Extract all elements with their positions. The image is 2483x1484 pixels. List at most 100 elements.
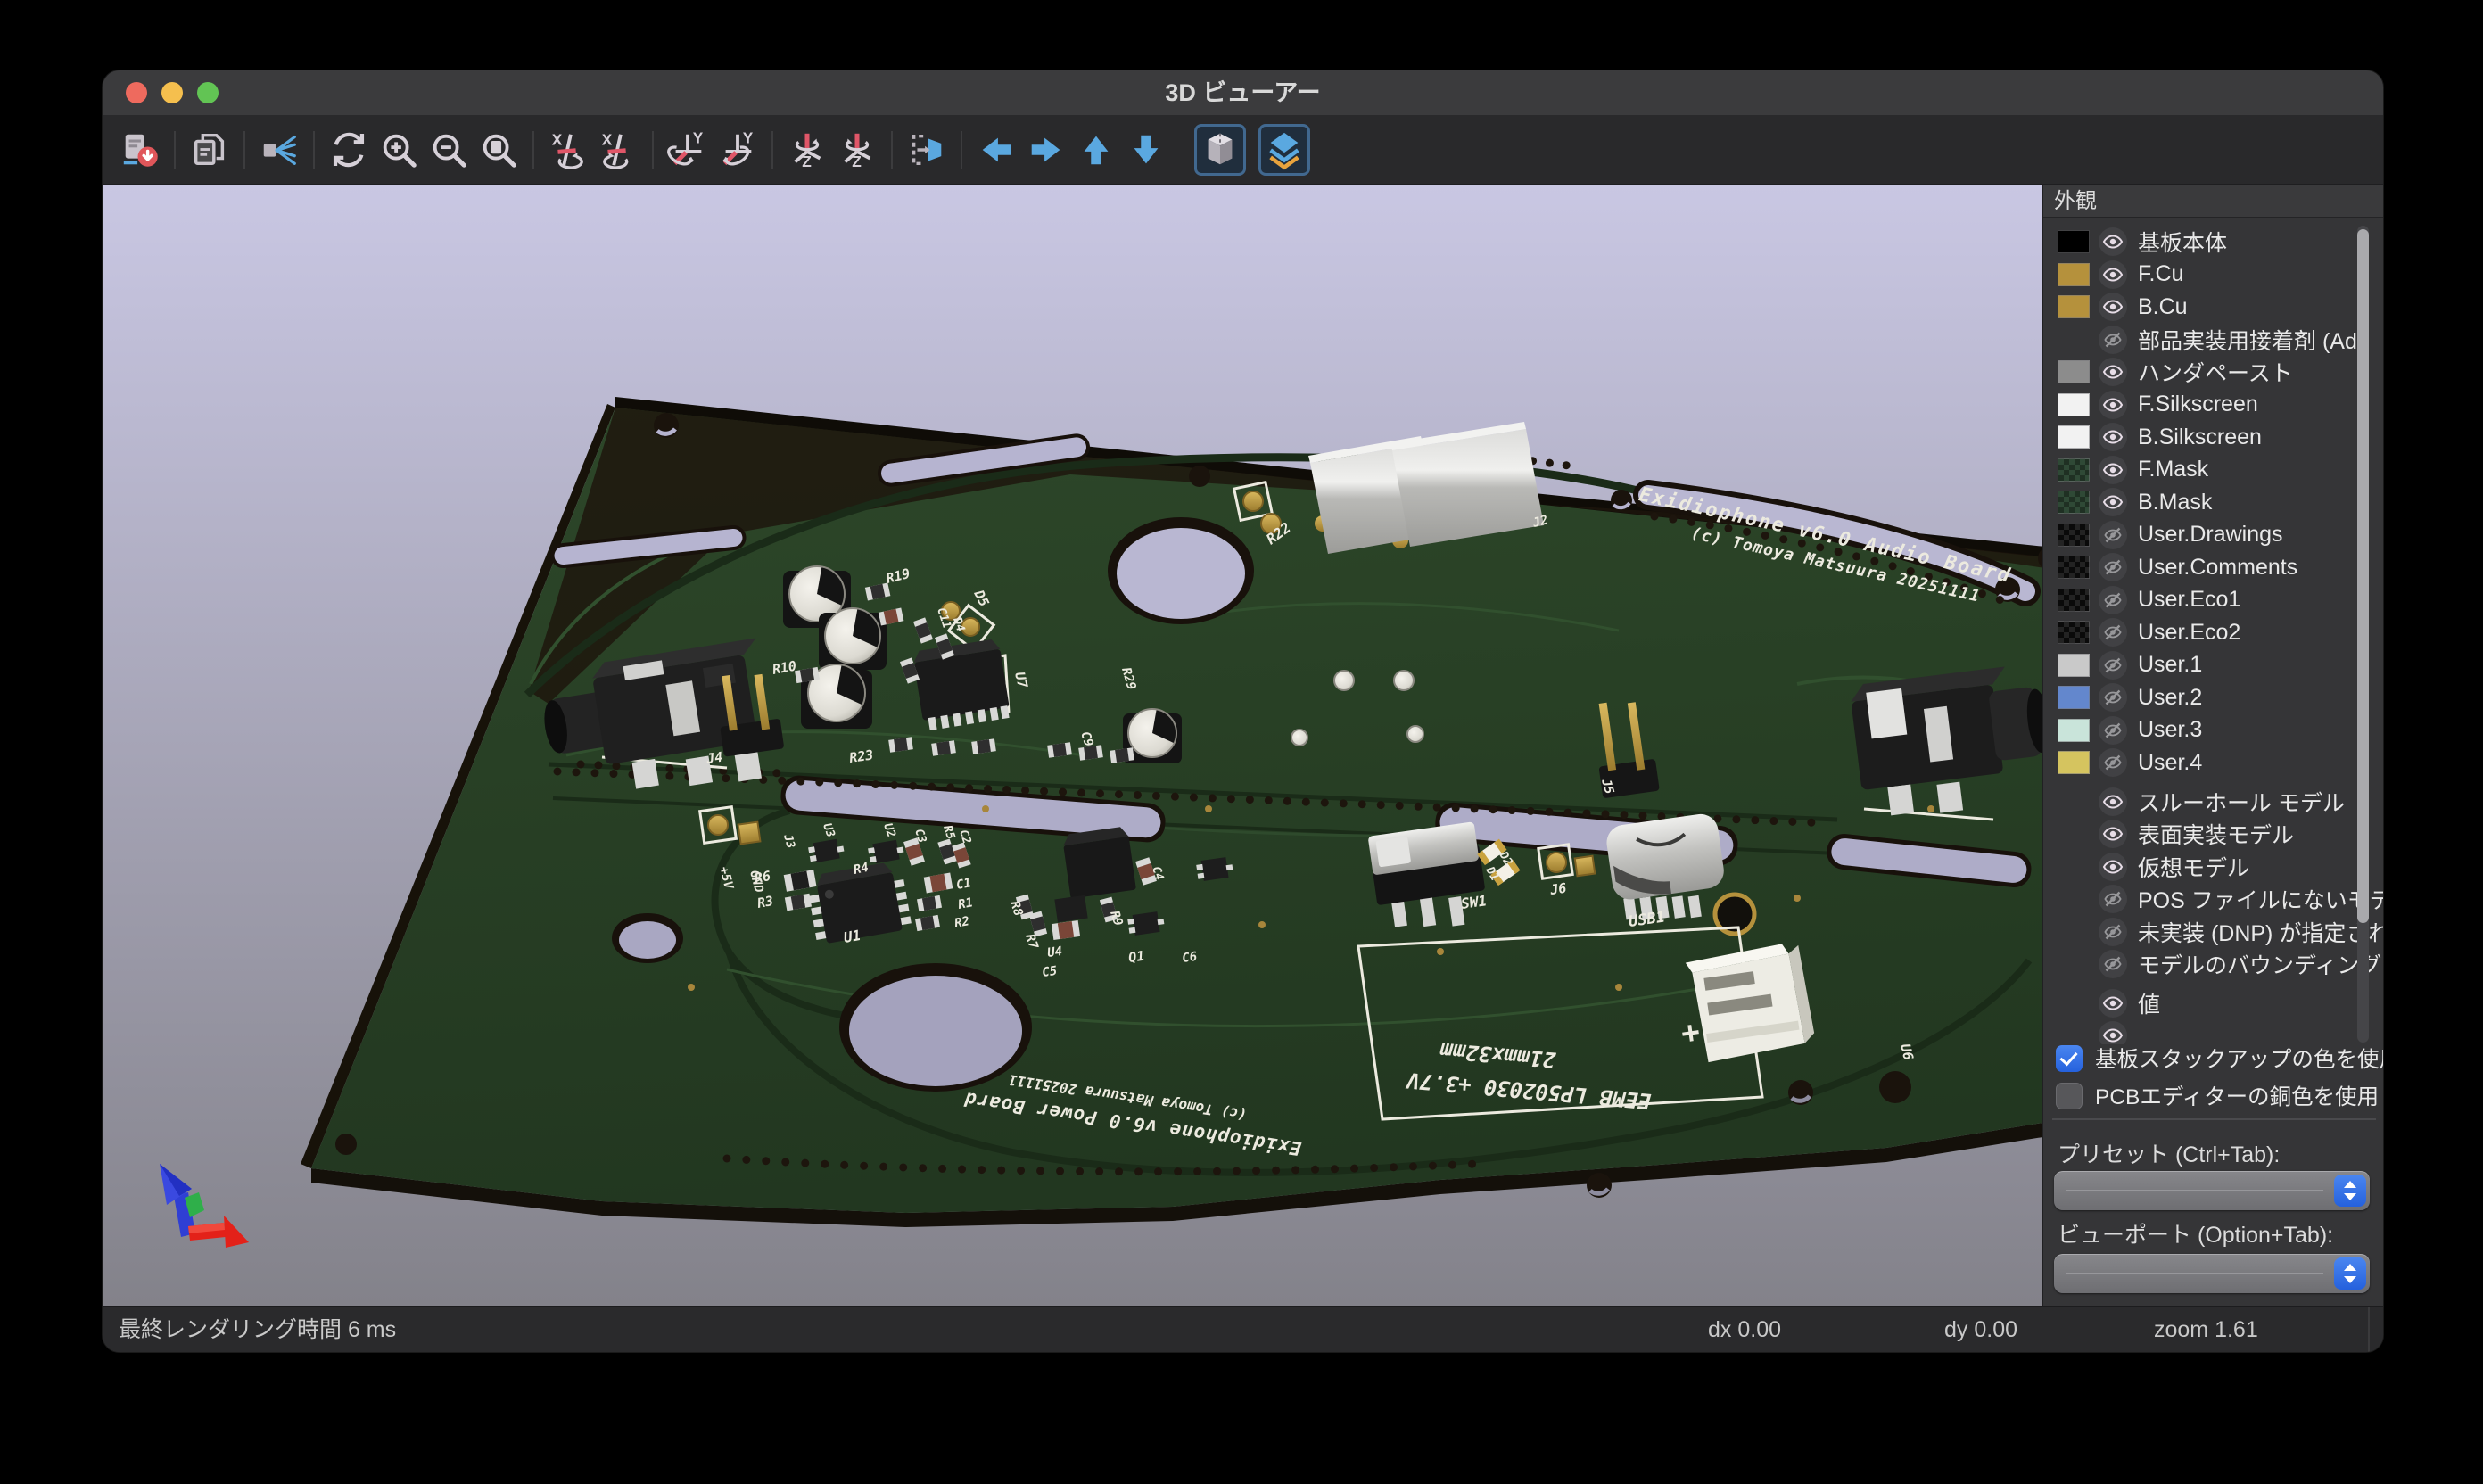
rotate-z-cw-button[interactable]: Z — [782, 125, 832, 175]
layer-label: F.Cu — [2138, 261, 2183, 287]
visibility-toggle[interactable] — [2099, 586, 2127, 614]
svg-text:J6: J6 — [1548, 880, 1567, 898]
visibility-toggle[interactable] — [2099, 456, 2127, 484]
svg-text:Y: Y — [743, 129, 754, 146]
pan-up-button[interactable] — [1071, 125, 1121, 175]
layer-swatch[interactable] — [2058, 393, 2090, 416]
visibility-toggle[interactable] — [2099, 358, 2127, 386]
checkbox-row: PCBエディターの銅色を使用 — [2056, 1080, 2379, 1111]
visibility-toggle[interactable] — [2099, 989, 2127, 1018]
checkbox-label: PCBエディターの銅色を使用 — [2095, 1080, 2379, 1111]
copy-button[interactable] — [185, 125, 235, 175]
export-image-button[interactable] — [115, 125, 165, 175]
svg-text:X: X — [552, 130, 563, 148]
use-stackup-colors-checkbox[interactable] — [2056, 1045, 2083, 1072]
layer-label: F.Silkscreen — [2138, 392, 2258, 417]
model-row: モデルのバウンディング — [2043, 948, 2383, 981]
rotate-x-cw-button[interactable]: X — [543, 125, 593, 175]
appearance-layers-toggle[interactable] — [1258, 124, 1310, 176]
pan-down-button[interactable] — [1121, 125, 1171, 175]
toolbar-separator — [961, 131, 962, 169]
render-time: 最終レンダリング時間 6 ms — [119, 1307, 396, 1352]
capacitor — [819, 608, 887, 670]
scrollbar-thumb[interactable] — [2357, 229, 2369, 923]
visibility-toggle[interactable] — [2099, 618, 2127, 647]
layer-swatch[interactable] — [2058, 491, 2090, 514]
visibility-toggle[interactable] — [2099, 950, 2127, 978]
visibility-toggle[interactable] — [2099, 885, 2127, 913]
zoom-out-button[interactable] — [424, 125, 474, 175]
visibility-toggle[interactable] — [2099, 227, 2127, 256]
layer-row: ハンダペースト — [2043, 356, 2383, 389]
flip-board-button[interactable] — [902, 125, 952, 175]
preset-dropdown[interactable] — [2054, 1171, 2370, 1210]
toolbar: X X Y Y Z Z — [103, 115, 2383, 185]
layer-label: User.4 — [2138, 750, 2202, 776]
svg-text:C5: C5 — [1041, 964, 1058, 980]
layer-swatch[interactable] — [2058, 654, 2090, 677]
svg-text:U4: U4 — [1046, 944, 1063, 960]
preset-label: プリセット (Ctrl+Tab): — [2058, 1137, 2280, 1169]
layer-swatch[interactable] — [2058, 295, 2090, 318]
visibility-toggle[interactable] — [2099, 326, 2127, 354]
svg-text:C1: C1 — [955, 876, 972, 893]
layer-swatch[interactable] — [2058, 524, 2090, 547]
rotate-x-ccw-button[interactable]: X — [593, 125, 643, 175]
layer-swatch[interactable] — [2058, 230, 2090, 253]
zoom-to-fit-button[interactable] — [474, 125, 524, 175]
raytracing-render-button[interactable] — [254, 125, 304, 175]
use-pcb-editor-copper-checkbox[interactable] — [2056, 1083, 2083, 1109]
layer-swatch[interactable] — [2058, 719, 2090, 742]
visibility-toggle[interactable] — [2099, 260, 2127, 289]
layer-label: User.Drawings — [2138, 522, 2283, 548]
checkbox-label: 基板スタックアップの色を使用 — [2095, 1043, 2383, 1074]
visibility-toggle[interactable] — [2099, 553, 2127, 581]
visibility-toggle[interactable] — [2099, 787, 2127, 816]
layer-label: User.Eco1 — [2138, 587, 2240, 613]
visibility-toggle[interactable] — [2099, 391, 2127, 419]
layer-row: User.Comments — [2043, 551, 2383, 584]
visibility-toggle[interactable] — [2099, 748, 2127, 777]
svg-text:C6: C6 — [1181, 950, 1198, 966]
rotate-z-ccw-button[interactable]: Z — [832, 125, 882, 175]
layer-swatch[interactable] — [2058, 589, 2090, 612]
pan-left-button[interactable] — [971, 125, 1021, 175]
layer-row: User.2 — [2043, 681, 2383, 714]
layer-row: User.1 — [2043, 649, 2383, 682]
pan-right-button[interactable] — [1021, 125, 1071, 175]
layer-swatch[interactable] — [2058, 686, 2090, 709]
orthographic-projection-toggle[interactable] — [1194, 124, 1246, 176]
visibility-toggle[interactable] — [2099, 521, 2127, 549]
visibility-toggle[interactable] — [2099, 423, 2127, 451]
layer-swatch[interactable] — [2058, 751, 2090, 774]
refresh-view-button[interactable] — [324, 125, 374, 175]
visibility-toggle[interactable] — [2099, 820, 2127, 848]
layer-list: 基板本体 F.Cu B.Cu 部品実装用接着剤 (Adh ハンダペースト F.S… — [2043, 218, 2383, 1044]
visibility-toggle[interactable] — [2099, 1021, 2127, 1044]
visibility-toggle[interactable] — [2099, 853, 2127, 881]
layer-label: User.Eco2 — [2138, 620, 2240, 646]
zoom-in-button[interactable] — [374, 125, 424, 175]
visibility-toggle[interactable] — [2099, 918, 2127, 946]
layer-swatch[interactable] — [2058, 263, 2090, 286]
layer-swatch[interactable] — [2058, 360, 2090, 383]
rotate-y-ccw-button[interactable]: Y — [713, 125, 763, 175]
layer-row: 基板本体 — [2043, 226, 2383, 259]
visibility-toggle[interactable] — [2099, 488, 2127, 516]
visibility-toggle[interactable] — [2099, 683, 2127, 712]
field-row: 値 — [2043, 987, 2383, 1020]
field-row — [2043, 1019, 2383, 1044]
rotate-y-cw-button[interactable]: Y — [663, 125, 713, 175]
visibility-toggle[interactable] — [2099, 716, 2127, 745]
svg-text:R1: R1 — [957, 895, 974, 912]
layer-swatch[interactable] — [2058, 556, 2090, 579]
layer-swatch[interactable] — [2058, 425, 2090, 449]
layer-swatch[interactable] — [2058, 621, 2090, 644]
3d-viewport[interactable]: Exidiophone v6.0 Audio Board (c) Tomoya … — [103, 185, 2042, 1306]
layer-swatch[interactable] — [2058, 458, 2090, 482]
visibility-toggle[interactable] — [2099, 293, 2127, 321]
visibility-toggle[interactable] — [2099, 651, 2127, 680]
divider — [2052, 1118, 2376, 1120]
model-label: 仮想モデル — [2138, 851, 2249, 883]
viewport-dropdown[interactable] — [2054, 1254, 2370, 1293]
